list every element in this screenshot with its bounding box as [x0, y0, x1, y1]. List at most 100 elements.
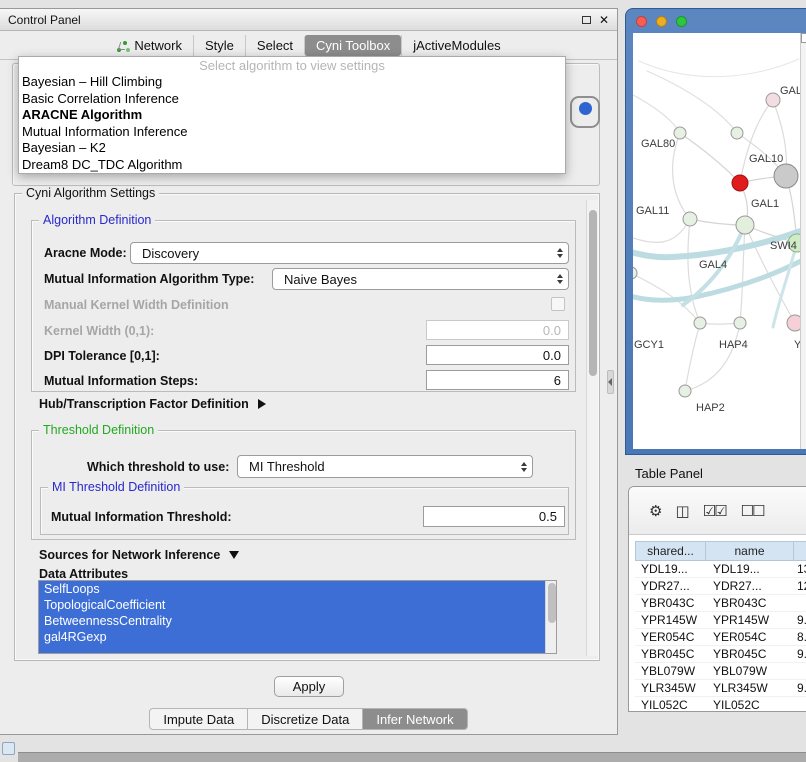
- scrollbar-thumb[interactable]: [589, 210, 597, 376]
- column-header-name[interactable]: name: [705, 541, 793, 561]
- attribute-item-betweennesscentrality[interactable]: BetweennessCentrality: [39, 613, 545, 629]
- network-node[interactable]: [732, 175, 748, 191]
- node-label-hap2: HAP2: [696, 402, 725, 414]
- docked-panel-icon[interactable]: [2, 742, 15, 755]
- algorithm-option-bayesian-hill-climbing[interactable]: Bayesian – Hill Climbing: [19, 74, 565, 91]
- algorithm-options-list: Bayesian – Hill ClimbingBasic Correlatio…: [19, 74, 565, 173]
- attribute-item-partial[interactable]: [39, 645, 545, 654]
- attribute-item-selfloops[interactable]: SelfLoops: [39, 581, 545, 597]
- tab-network[interactable]: Network: [105, 35, 193, 56]
- cell: YBR043C: [705, 596, 793, 610]
- attributes-scrollbar[interactable]: [545, 581, 556, 653]
- network-node[interactable]: [766, 93, 780, 107]
- network-node[interactable]: [674, 127, 686, 139]
- zoom-traffic-light[interactable]: [676, 16, 687, 27]
- mi-steps-field[interactable]: 6: [426, 370, 569, 390]
- attribute-item-gal4rgexp[interactable]: gal4RGexp: [39, 629, 545, 645]
- node-label-gal11: GAL11: [636, 205, 669, 217]
- table-row[interactable]: YBL079WYBL079W: [635, 663, 806, 680]
- apply-button[interactable]: Apply: [274, 676, 344, 697]
- panel-splitter-grip[interactable]: [607, 370, 614, 394]
- tab-label: Network: [134, 38, 182, 53]
- table-row[interactable]: YPR145WYPR145W9.: [635, 612, 806, 629]
- network-edge: [685, 323, 740, 391]
- window-traffic-lights: [636, 16, 687, 27]
- tab-style[interactable]: Style: [193, 35, 245, 56]
- tab-label: Style: [205, 38, 234, 53]
- which-threshold-select[interactable]: MI Threshold: [237, 455, 533, 478]
- algorithm-definition-group: Algorithm Definition Aracne Mode: Discov…: [31, 220, 576, 392]
- hub-definition-toggle[interactable]: Hub/Transcription Factor Definition: [39, 397, 266, 411]
- network-node[interactable]: [736, 216, 754, 234]
- tab-jactivemodules[interactable]: jActiveModules: [401, 35, 511, 56]
- cell: 13: [793, 562, 806, 576]
- table-row[interactable]: YDL19...YDL19...13: [635, 561, 806, 578]
- mi-threshold-field[interactable]: 0.5: [423, 506, 565, 527]
- select-all-checks-icon[interactable]: ☑☑: [703, 502, 726, 520]
- kernel-width-field[interactable]: 0.0: [426, 320, 569, 340]
- network-edge: [633, 95, 680, 133]
- network-node[interactable]: [774, 164, 798, 188]
- clear-checks-icon[interactable]: ☐☐: [741, 502, 764, 520]
- mi-algorithm-type-select[interactable]: Naive Bayes: [272, 268, 569, 290]
- network-node[interactable]: [694, 317, 706, 329]
- cell: 9.: [793, 647, 806, 661]
- network-node[interactable]: [734, 317, 746, 329]
- aracne-mode-select[interactable]: Discovery: [130, 242, 569, 264]
- network-node[interactable]: [679, 385, 691, 397]
- attribute-item-topologicalcoefficient[interactable]: TopologicalCoefficient: [39, 597, 545, 613]
- table-row[interactable]: YBR043CYBR043C: [635, 595, 806, 612]
- dpi-tolerance-field[interactable]: 0.0: [426, 345, 569, 365]
- algorithm-option-aracne-algorithm[interactable]: ARACNE Algorithm: [19, 107, 565, 124]
- mi-type-value: Naive Bayes: [284, 272, 357, 287]
- cyni-bottom-tabs: Impute DataDiscretize DataInfer Network: [0, 708, 617, 730]
- node-label-swi4: SWI4: [770, 240, 797, 252]
- manual-kernel-checkbox[interactable]: [551, 297, 565, 311]
- table-row[interactable]: YLR345WYLR345W9.: [635, 680, 806, 697]
- tab-select[interactable]: Select: [245, 35, 304, 56]
- network-node[interactable]: [731, 127, 743, 139]
- minimize-traffic-light[interactable]: [656, 16, 667, 27]
- network-canvas[interactable]: GAL8GAL80GAL10GAL11GAL1SWI4GAL4GCY1HAP4Y…: [633, 33, 806, 449]
- network-scrollbar[interactable]: [800, 33, 806, 449]
- tab-infer-network[interactable]: Infer Network: [363, 708, 467, 730]
- tab-cyni-toolbox[interactable]: Cyni Toolbox: [304, 35, 401, 56]
- columns-icon[interactable]: ◫: [675, 502, 687, 520]
- sources-toggle[interactable]: Sources for Network Inference: [39, 548, 239, 562]
- node-label-hap4: HAP4: [719, 339, 748, 351]
- network-edge: [685, 323, 700, 391]
- table-toolbar: ⚙ ◫ ☑☑ ☐☐: [629, 487, 806, 535]
- which-threshold-value: MI Threshold: [249, 459, 325, 474]
- close-traffic-light[interactable]: [636, 16, 647, 27]
- table-row[interactable]: YDR27...YDR27...12: [635, 578, 806, 595]
- table-row[interactable]: YER054CYER054C8.: [635, 629, 806, 646]
- cell: YLR345W: [705, 681, 793, 695]
- cell: YDL19...: [705, 562, 793, 576]
- cell: YBL079W: [705, 664, 793, 678]
- which-threshold-label: Which threshold to use:: [87, 459, 229, 475]
- scrollbar-thumb[interactable]: [548, 583, 556, 623]
- column-header-shared-[interactable]: shared...: [635, 541, 705, 561]
- data-attributes-list[interactable]: SelfLoopsTopologicalCoefficientBetweenne…: [38, 580, 557, 654]
- tab-impute-data[interactable]: Impute Data: [149, 708, 248, 730]
- close-icon[interactable]: ✕: [599, 14, 609, 26]
- algorithm-option-bayesian-k2[interactable]: Bayesian – K2: [19, 140, 565, 157]
- settings-gear-icon[interactable]: ⚙: [649, 502, 660, 520]
- control-panel-titlebar: Control Panel ✕: [0, 9, 617, 31]
- settings-scrollbar[interactable]: [586, 200, 598, 656]
- algorithm-option-basic-correlation-inference[interactable]: Basic Correlation Inference: [19, 91, 565, 108]
- algorithm-option-dream8-dc-tdc-algorithm[interactable]: Dream8 DC_TDC Algorithm: [19, 157, 565, 174]
- scrollbar-button[interactable]: [801, 33, 806, 43]
- network-node[interactable]: [683, 212, 697, 226]
- algorithm-option-mutual-information-inference[interactable]: Mutual Information Inference: [19, 124, 565, 141]
- column-header-cut[interactable]: [793, 541, 806, 561]
- network-node[interactable]: [633, 267, 637, 279]
- table-row[interactable]: YBR045CYBR045C9.: [635, 646, 806, 663]
- float-panel-icon[interactable]: [582, 16, 591, 24]
- table-row[interactable]: YIL052CYIL052C: [635, 697, 806, 712]
- network-edge: [647, 71, 737, 133]
- cell: YBR045C: [635, 647, 705, 661]
- tab-discretize-data[interactable]: Discretize Data: [248, 708, 363, 730]
- manual-kernel-label: Manual Kernel Width Definition: [44, 297, 229, 313]
- table-header-row: shared...name: [635, 541, 806, 561]
